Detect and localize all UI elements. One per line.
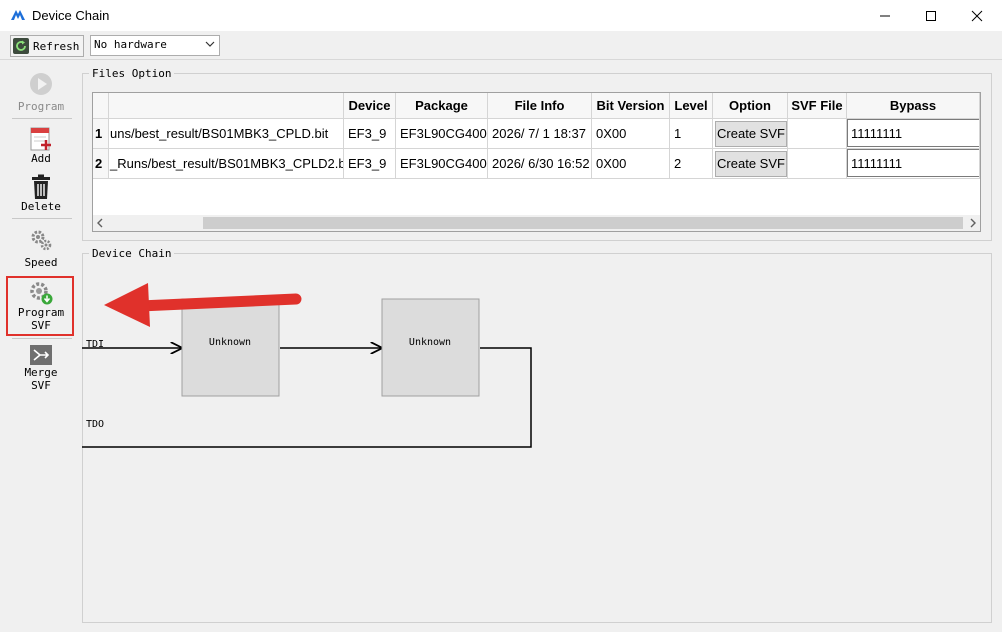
sidebar-item-delete[interactable]: Delete	[6, 174, 76, 213]
close-icon	[971, 10, 983, 21]
table-cell-svf-file[interactable]	[788, 149, 847, 179]
sidebar-item-label: Merge	[24, 366, 58, 379]
scroll-left-icon[interactable]	[93, 215, 107, 231]
toolbar: Refresh No hardware	[0, 31, 1002, 60]
sidebar-item-speed[interactable]: Speed	[6, 228, 76, 269]
chevron-down-icon	[205, 41, 215, 47]
divider	[12, 118, 72, 119]
sidebar-item-label: Program	[17, 100, 65, 113]
sidebar-item-program[interactable]: Program	[6, 72, 76, 113]
refresh-button[interactable]: Refresh	[10, 35, 85, 57]
bypass-input[interactable]: 11111111	[847, 119, 979, 147]
device-chain-diagram: Unknown Unknown TDI TDO	[82, 298, 532, 448]
scroll-right-icon[interactable]	[966, 215, 980, 231]
add-file-icon	[30, 127, 51, 151]
sidebar-item-merge-svf[interactable]: Merge SVF	[6, 344, 76, 392]
sidebar-item-add[interactable]: Add	[6, 126, 76, 165]
table-cell-file[interactable]: uns/best_result/BS01MBK3_CPLD.bit	[109, 119, 344, 149]
create-svf-button[interactable]: Create SVF	[715, 120, 787, 147]
hardware-select[interactable]: No hardware	[90, 35, 220, 56]
files-table[interactable]: Device Package File Info Bit Version Lev…	[92, 92, 981, 232]
row-index: 1	[93, 119, 109, 149]
column-header[interactable]: Level	[670, 93, 713, 119]
column-header[interactable]: Bit Version	[592, 93, 670, 119]
table-cell-bypass: 11111111	[847, 149, 980, 179]
table-cell-file[interactable]: _Runs/best_result/BS01MBK3_CPLD2.bit	[109, 149, 344, 179]
column-header[interactable]: SVF File	[788, 93, 847, 119]
horizontal-scrollbar[interactable]	[93, 215, 980, 231]
scrollbar-thumb[interactable]	[203, 217, 963, 229]
sidebar-item-label: Add	[31, 152, 51, 165]
table-cell-package[interactable]: EF3L90CG400B	[396, 119, 488, 149]
maximize-button[interactable]	[908, 0, 954, 31]
table-cell-bit-version[interactable]: 0X00	[592, 149, 670, 179]
gears-icon	[31, 230, 52, 251]
table-cell-package[interactable]: EF3L90CG400B	[396, 149, 488, 179]
table-cell-level[interactable]: 2	[670, 149, 713, 179]
divider	[12, 338, 72, 339]
highlight-box	[6, 276, 74, 336]
column-header[interactable]: Option	[713, 93, 788, 119]
merge-icon	[30, 345, 52, 365]
device-label: Unknown	[209, 337, 251, 348]
sidebar: Program Add Delete Speed Program SVF Mer…	[6, 66, 76, 406]
create-svf-button[interactable]: Create SVF	[715, 150, 787, 177]
column-header[interactable]: Bypass	[847, 93, 980, 119]
play-icon	[30, 73, 52, 95]
column-header[interactable]: Package	[396, 93, 488, 119]
tdo-label: TDO	[86, 419, 104, 430]
title-bar: Device Chain	[0, 0, 1002, 32]
sidebar-item-label-line2: SVF	[31, 379, 51, 392]
table-cell-level[interactable]: 1	[670, 119, 713, 149]
window-title: Device Chain	[32, 8, 110, 23]
table-cell-device[interactable]: EF3_9	[344, 119, 396, 149]
maximize-icon	[926, 10, 936, 21]
table-corner	[93, 93, 109, 119]
trash-icon	[32, 174, 50, 199]
table-cell-bit-version[interactable]: 0X00	[592, 119, 670, 149]
app-logo-icon	[11, 10, 25, 20]
close-button[interactable]	[954, 0, 1000, 31]
bypass-input[interactable]: 11111111	[847, 149, 979, 177]
minimize-button[interactable]	[862, 0, 908, 31]
row-index: 2	[93, 149, 109, 179]
table-cell-svf-file[interactable]	[788, 119, 847, 149]
tdi-label: TDI	[86, 339, 104, 350]
files-option-title: Files Option	[92, 67, 172, 80]
table-cell-device[interactable]: EF3_9	[344, 149, 396, 179]
divider	[12, 218, 72, 219]
sidebar-item-label: Delete	[21, 200, 61, 213]
table-cell-file-info[interactable]: 2026/ 7/ 1 18:37	[488, 119, 592, 149]
device-chain-title: Device Chain	[92, 247, 172, 260]
column-header[interactable]: File Info	[488, 93, 592, 119]
refresh-label: Refresh	[33, 39, 80, 53]
device-label: Unknown	[409, 337, 451, 348]
column-header-file	[109, 93, 344, 119]
hardware-select-value: No hardware	[94, 38, 167, 51]
table-cell-option: Create SVF	[713, 119, 788, 149]
table-cell-file-info[interactable]: 2026/ 6/30 16:52	[488, 149, 592, 179]
table-cell-option: Create SVF	[713, 149, 788, 179]
sidebar-item-label: Speed	[24, 256, 58, 269]
column-header[interactable]: Device	[344, 93, 396, 119]
table-cell-bypass: 11111111	[847, 119, 980, 149]
minimize-icon	[880, 15, 890, 16]
refresh-icon	[13, 38, 29, 54]
